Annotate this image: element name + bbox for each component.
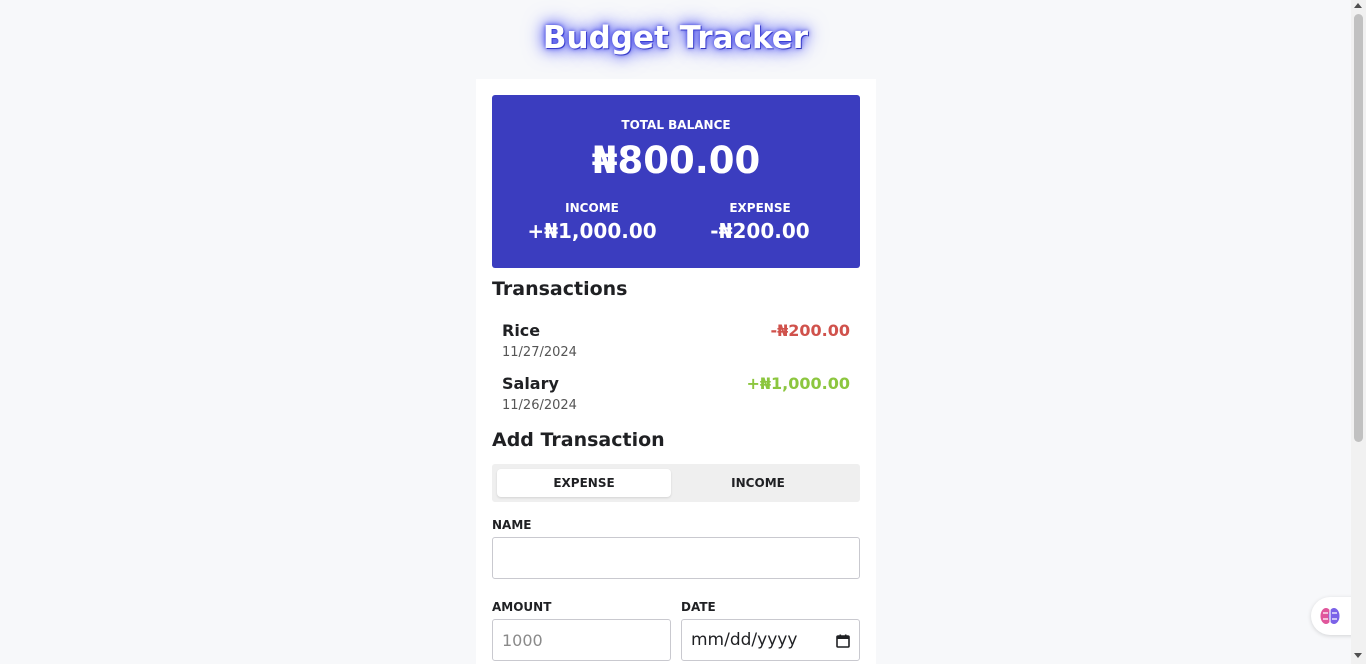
amount-input[interactable] xyxy=(492,619,671,661)
date-placeholder: mm/dd/yyyy xyxy=(691,630,798,650)
amount-label: AMOUNT xyxy=(492,600,552,614)
transaction-date: 11/27/2024 xyxy=(502,345,577,360)
income-label: INCOME xyxy=(565,201,619,215)
date-input[interactable]: mm/dd/yyyy xyxy=(681,619,860,661)
total-balance-amount: ₦800.00 xyxy=(591,139,761,182)
extension-button[interactable] xyxy=(1311,597,1355,635)
transaction-type-toggle: EXPENSE INCOME xyxy=(492,464,860,502)
transaction-name: Salary xyxy=(502,374,559,393)
transaction-name: Rice xyxy=(502,321,541,340)
scroll-down-arrow-icon[interactable] xyxy=(1354,653,1362,658)
income-amount: +₦1,000.00 xyxy=(527,219,657,243)
income-summary: INCOME +₦1,000.00 xyxy=(500,201,684,243)
name-input[interactable] xyxy=(492,537,860,579)
tab-expense[interactable]: EXPENSE xyxy=(497,469,671,497)
transaction-date: 11/26/2024 xyxy=(502,398,577,413)
date-label: DATE xyxy=(681,600,716,614)
calendar-icon[interactable] xyxy=(836,633,850,648)
transaction-amount: -₦200.00 xyxy=(770,321,850,340)
brain-icon xyxy=(1320,607,1340,629)
transactions-heading: Transactions xyxy=(492,278,628,300)
expense-amount: -₦200.00 xyxy=(710,219,810,243)
scroll-up-arrow-icon[interactable] xyxy=(1354,3,1362,8)
transaction-item[interactable]: Rice 11/27/2024 -₦200.00 xyxy=(502,321,850,365)
budget-card: TOTAL BALANCE ₦800.00 INCOME +₦1,000.00 … xyxy=(476,79,876,664)
scroll-thumb[interactable] xyxy=(1354,14,1363,442)
expense-summary: EXPENSE -₦200.00 xyxy=(668,201,852,243)
expense-label: EXPENSE xyxy=(729,201,791,215)
add-transaction-heading: Add Transaction xyxy=(492,429,665,451)
vertical-scrollbar[interactable] xyxy=(1351,0,1366,664)
name-label: NAME xyxy=(492,518,532,532)
balance-summary: TOTAL BALANCE ₦800.00 INCOME +₦1,000.00 … xyxy=(492,95,860,268)
tab-income[interactable]: INCOME xyxy=(671,469,845,497)
total-balance-label: TOTAL BALANCE xyxy=(621,118,731,132)
transaction-item[interactable]: Salary 11/26/2024 +₦1,000.00 xyxy=(502,374,850,418)
page-title: Budget Tracker xyxy=(542,20,809,56)
transaction-amount: +₦1,000.00 xyxy=(746,374,851,393)
